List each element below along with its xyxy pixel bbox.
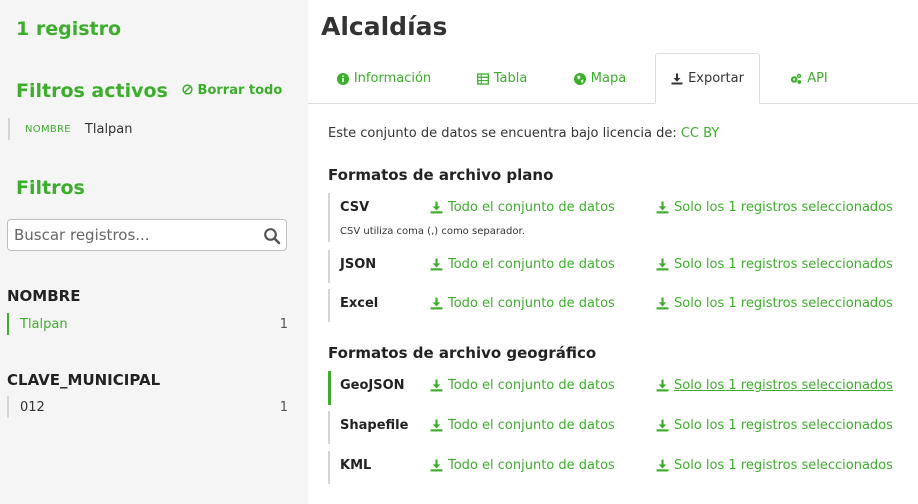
facet-item-012[interactable]: 012 1 — [7, 396, 288, 418]
format-name: Shapefile — [340, 418, 409, 433]
gears-icon — [791, 73, 802, 84]
format-name: KML — [340, 458, 372, 473]
facet-item-tlalpan[interactable]: Tlalpan 1 — [7, 313, 288, 335]
format-row-csv: CSV Todo el conjunto de datos Solo los 1… — [328, 193, 918, 242]
license-line: Este conjunto de datos se encuentra bajo… — [328, 126, 719, 141]
download-selected-button[interactable]: Solo los 1 registros seleccionados — [656, 378, 893, 393]
download-icon — [656, 297, 669, 310]
globe-icon — [573, 72, 586, 85]
download-selected-label: Solo los 1 registros seleccionados — [674, 296, 893, 311]
filters-heading: Filtros — [16, 177, 85, 199]
download-all-label: Todo el conjunto de datos — [448, 378, 615, 393]
download-icon — [656, 379, 669, 392]
clear-all-button[interactable]: Borrar todo — [182, 83, 282, 98]
tab-information[interactable]: Información — [328, 53, 440, 104]
info-circle-icon — [336, 72, 349, 85]
tab-table[interactable]: Tabla — [462, 53, 542, 104]
license-link[interactable]: CC BY — [681, 126, 719, 141]
format-row-geojson: GeoJSON Todo el conjunto de datos Solo l… — [328, 371, 918, 405]
record-count: 1 registro — [16, 18, 122, 40]
table-icon — [476, 72, 489, 85]
download-all-label: Todo el conjunto de datos — [448, 418, 615, 433]
download-selected-button[interactable]: Solo los 1 registros seleccionados — [656, 200, 893, 215]
active-filters-heading: Filtros activos — [16, 80, 168, 102]
format-note: CSV utiliza coma (,) como separador. — [340, 226, 525, 237]
download-icon — [430, 459, 443, 472]
format-row-excel: Excel Todo el conjunto de datos Solo los… — [328, 289, 918, 322]
download-icon — [430, 419, 443, 432]
search-icon[interactable] — [263, 227, 281, 245]
filters-sidebar: 1 registro Filtros activos Borrar todo N… — [0, 0, 308, 504]
download-all-label: Todo el conjunto de datos — [448, 296, 615, 311]
facet-title-clave-municipal: CLAVE_MUNICIPAL — [7, 371, 161, 389]
tab-api[interactable]: API — [776, 53, 842, 104]
format-name: Excel — [340, 296, 379, 311]
facet-item-count: 1 — [279, 399, 288, 415]
download-selected-label: Solo los 1 registros seleccionados — [674, 458, 893, 473]
search-box — [7, 219, 287, 251]
download-all-button[interactable]: Todo el conjunto de datos — [430, 257, 615, 272]
download-selected-button[interactable]: Solo los 1 registros seleccionados — [656, 296, 893, 311]
download-selected-label: Solo los 1 registros seleccionados — [674, 418, 893, 433]
download-selected-button[interactable]: Solo los 1 registros seleccionados — [656, 458, 893, 473]
license-text: Este conjunto de datos se encuentra bajo… — [328, 126, 677, 141]
download-all-label: Todo el conjunto de datos — [448, 257, 615, 272]
tab-label: Mapa — [590, 71, 627, 86]
tab-label: Información — [353, 71, 432, 86]
download-all-button[interactable]: Todo el conjunto de datos — [430, 458, 615, 473]
active-filter-field: NOMBRE — [25, 123, 71, 135]
download-selected-label: Solo los 1 registros seleccionados — [674, 257, 893, 272]
search-input[interactable] — [8, 220, 258, 250]
download-selected-label: Solo los 1 registros seleccionados — [674, 378, 893, 393]
download-icon — [671, 73, 683, 84]
download-icon — [656, 258, 669, 271]
facet-item-label: Tlalpan — [20, 316, 68, 332]
format-row-json: JSON Todo el conjunto de datos Solo los … — [328, 250, 918, 283]
tab-label: Tabla — [493, 71, 528, 86]
download-icon — [430, 201, 443, 214]
download-icon — [430, 297, 443, 310]
tab-map[interactable]: Mapa — [562, 53, 638, 104]
download-selected-button[interactable]: Solo los 1 registros seleccionados — [656, 257, 893, 272]
clear-all-label: Borrar todo — [197, 83, 283, 98]
download-all-button[interactable]: Todo el conjunto de datos — [430, 200, 615, 215]
format-row-kml: KML Todo el conjunto de datos Solo los 1… — [328, 451, 918, 484]
page-title: Alcaldías — [321, 12, 448, 41]
active-filter-chip[interactable]: NOMBRE Tlalpan — [8, 118, 133, 140]
format-name: JSON — [340, 257, 377, 272]
download-icon — [430, 258, 443, 271]
tab-export[interactable]: Exportar — [655, 53, 760, 104]
download-all-button[interactable]: Todo el conjunto de datos — [430, 418, 615, 433]
download-icon — [656, 201, 669, 214]
facet-item-label: 012 — [20, 399, 45, 415]
download-icon — [430, 379, 443, 392]
download-all-label: Todo el conjunto de datos — [448, 458, 615, 473]
facet-item-count: 1 — [279, 316, 288, 332]
active-filter-value: Tlalpan — [84, 121, 133, 137]
download-icon — [656, 419, 669, 432]
download-all-label: Todo el conjunto de datos — [448, 200, 615, 215]
download-selected-label: Solo los 1 registros seleccionados — [674, 200, 893, 215]
tab-label: API — [807, 71, 828, 86]
format-row-shapefile: Shapefile Todo el conjunto de datos Solo… — [328, 411, 918, 444]
facet-title-nombre: NOMBRE — [7, 287, 81, 305]
format-name: GeoJSON — [340, 378, 405, 393]
geo-formats-heading: Formatos de archivo geográfico — [328, 344, 597, 362]
download-all-button[interactable]: Todo el conjunto de datos — [430, 378, 615, 393]
download-icon — [656, 459, 669, 472]
format-name: CSV — [340, 200, 370, 215]
download-selected-button[interactable]: Solo los 1 registros seleccionados — [656, 418, 893, 433]
ban-icon — [182, 84, 193, 95]
download-all-button[interactable]: Todo el conjunto de datos — [430, 296, 615, 311]
tab-label: Exportar — [688, 71, 744, 86]
flat-formats-heading: Formatos de archivo plano — [328, 166, 554, 184]
